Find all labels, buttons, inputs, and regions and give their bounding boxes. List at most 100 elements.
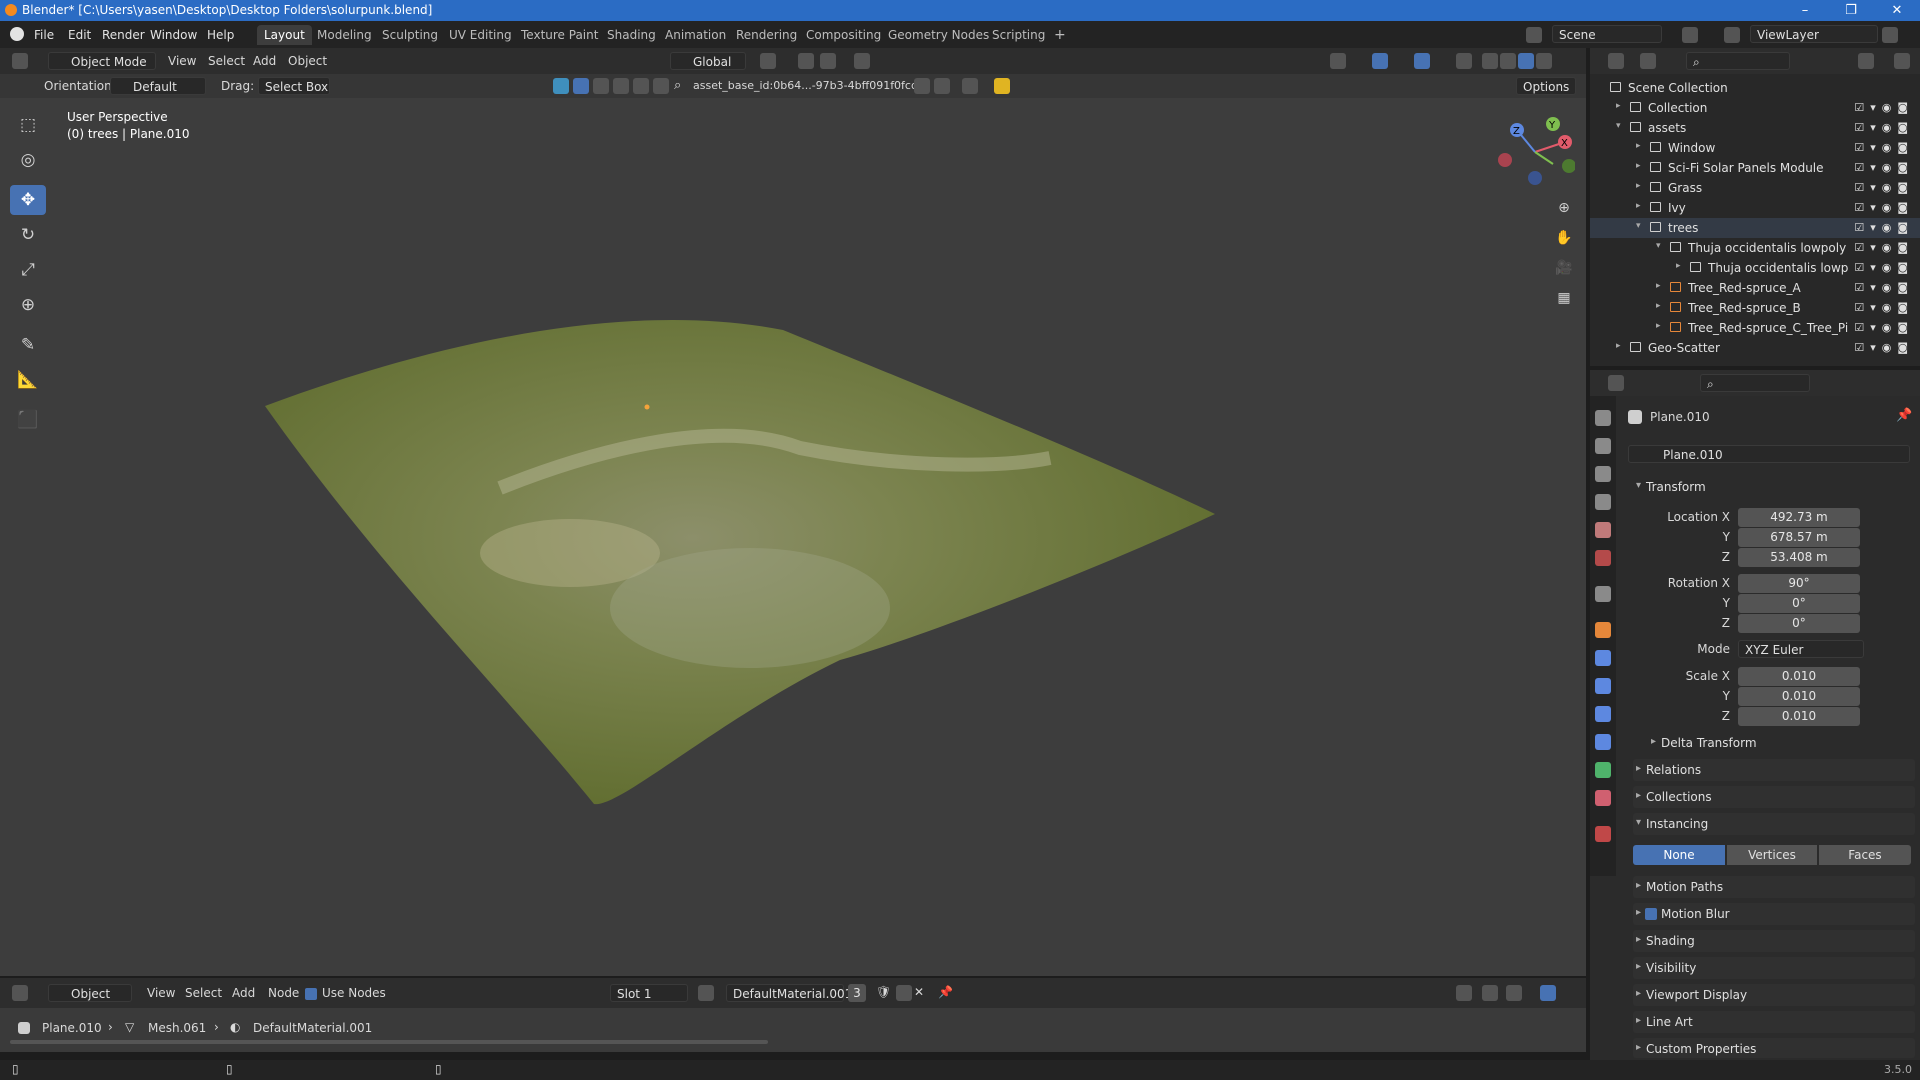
add-cube-tool-icon[interactable]: ⬛ [10,405,46,435]
pivot-icon[interactable] [760,53,776,69]
tab-compositing[interactable]: Compositing [799,25,888,45]
navigation-gizmo[interactable]: X Z Y [1495,112,1575,192]
chevron-right-icon[interactable]: ▸ [1676,261,1681,271]
chevron-right-icon[interactable]: ▸ [1656,321,1661,331]
outliner-row[interactable]: ▸ Window ☑▾◉◙ [1590,138,1920,158]
shader-menu-add[interactable]: Add [232,986,255,1000]
visibility-toggle-icons[interactable]: ☑▾◉◙ [1854,161,1914,174]
blender-menu-icon[interactable] [10,27,24,41]
visibility-toggle-icons[interactable]: ☑▾◉◙ [1854,301,1914,314]
select-subtract-icon[interactable] [613,78,629,94]
chevron-right-icon[interactable]: ▸ [1656,301,1661,311]
tab-scripting[interactable]: Scripting [985,25,1052,45]
transform-orientation-selector[interactable]: Global [670,52,746,70]
transform-panel-header[interactable]: ▾ Transform [1633,476,1915,498]
overlay-toggle-icon[interactable] [1414,53,1430,69]
panel-motion-blur[interactable]: ▸ Motion Blur [1633,903,1915,925]
asset-browser-icon[interactable] [553,78,569,94]
viewport-menu-select[interactable]: Select [208,54,245,68]
rotation-y-field[interactable]: 0° [1738,594,1860,613]
close-button[interactable]: ✕ [1874,0,1920,21]
menu-help[interactable]: Help [207,28,234,42]
visibility-toggle-icons[interactable]: ☑▾◉◙ [1854,201,1914,214]
tab-rendering[interactable]: Rendering [729,25,804,45]
panel-custom-properties[interactable]: ▸ Custom Properties [1633,1038,1915,1058]
rotate-tool-icon[interactable]: ↻ [10,220,46,250]
tab-layout[interactable]: Layout [257,25,312,45]
tool-tab-icon[interactable] [1595,410,1611,426]
select-extend-icon[interactable] [593,78,609,94]
tab-modeling[interactable]: Modeling [310,25,379,45]
outliner-search-input[interactable]: ⌕ [1686,52,1790,70]
visibility-toggle-icons[interactable]: ☑▾◉◙ [1854,221,1914,234]
motion-blur-checkbox[interactable] [1645,908,1657,920]
collection-tab-icon[interactable] [1595,586,1611,602]
shader-snap-icon[interactable] [1482,985,1498,1001]
new-view-layer-icon[interactable] [1882,27,1898,43]
orientation-selector[interactable]: Default [110,77,206,95]
chevron-right-icon[interactable]: ▸ [1636,141,1641,151]
outliner-row[interactable]: ▸ Thuja occidentalis lowp ☑▾◉◙ [1590,258,1920,278]
material-slot-selector[interactable]: Slot 1 [610,984,688,1002]
options-dropdown[interactable]: Options [1516,77,1576,95]
select-intersect-icon[interactable] [653,78,669,94]
chevron-down-icon[interactable]: ▾ [1656,241,1661,251]
chevron-down-icon[interactable]: ▾ [1636,221,1641,231]
new-collection-icon[interactable] [1894,53,1910,69]
modifier-tab-icon[interactable] [1595,650,1611,666]
select-mode-icon[interactable] [573,78,589,94]
notification-bell-icon[interactable] [994,78,1010,94]
world-tab-icon[interactable] [1595,550,1611,566]
pin-icon[interactable]: 📌 [938,985,953,999]
shader-type-selector[interactable]: Object [48,984,132,1002]
outliner-row[interactable]: ▸ Grass ☑▾◉◙ [1590,178,1920,198]
zoom-icon[interactable]: ⊕ [1552,196,1576,220]
viewport-menu-object[interactable]: Object [288,54,327,68]
menu-file[interactable]: File [34,28,54,42]
maximize-button[interactable]: ❐ [1828,0,1874,21]
cursor-tool-icon[interactable]: ◎ [10,145,46,175]
pan-hand-icon[interactable]: ✋ [1552,226,1576,250]
visibility-toggle-icons[interactable]: ☑▾◉◙ [1854,141,1914,154]
move-tool-icon[interactable]: ✥ [10,185,46,215]
unlink-material-icon[interactable]: ✕ [914,985,924,999]
scale-z-field[interactable]: 0.010 [1738,707,1860,726]
scale-y-field[interactable]: 0.010 [1738,687,1860,706]
chevron-right-icon[interactable]: ▸ [1636,161,1641,171]
rotation-x-field[interactable]: 90° [1738,574,1860,593]
transform-tool-icon[interactable]: ⊕ [10,290,46,320]
scale-tool-icon[interactable]: ⤢ [10,255,46,285]
solid-shading-icon[interactable] [1500,53,1516,69]
outliner-row[interactable]: ▸ Collection ☑▾◉◙ [1590,98,1920,118]
view-layer-selector[interactable]: ViewLayer [1750,25,1878,43]
mode-selector[interactable]: Object Mode [48,52,156,70]
fake-user-icon[interactable]: 🛡 [876,985,891,999]
scale-x-field[interactable]: 0.010 [1738,667,1860,686]
texture-tab-icon[interactable] [1595,826,1611,842]
select-box-tool-icon[interactable]: ⬚ [10,110,46,140]
chevron-right-icon[interactable]: ▸ [1616,101,1621,111]
pin-icon[interactable]: 📌 [1896,408,1912,423]
panel-line-art[interactable]: ▸ Line Art [1633,1011,1915,1033]
viewport-menu-add[interactable]: Add [253,54,276,68]
rotation-mode-selector[interactable]: XYZ Euler [1738,640,1864,658]
outliner-row[interactable]: ▸ Tree_Red-spruce_A ☑▾◉◙ [1590,278,1920,298]
scene-selector[interactable]: Scene [1552,25,1662,43]
panel-shading[interactable]: ▸ Shading [1633,930,1915,952]
output-tab-icon[interactable] [1595,466,1611,482]
editor-type-icon[interactable] [12,53,28,69]
shader-menu-view[interactable]: View [147,986,175,1000]
location-x-field[interactable]: 492.73 m [1738,508,1860,527]
view-layer-tab-icon[interactable] [1595,494,1611,510]
breadcrumb-object[interactable]: Plane.010 [42,1021,102,1035]
material-users-count[interactable]: 3 [848,984,866,1002]
properties-editor-icon[interactable] [1608,375,1624,391]
scene-icon[interactable] [1526,27,1542,43]
visibility-toggle-icons[interactable]: ☑▾◉◙ [1854,241,1914,254]
minimize-button[interactable]: – [1782,0,1828,21]
outliner-row[interactable]: ▸ Sci-Fi Solar Panels Module ☑▾◉◙ [1590,158,1920,178]
camera-view-icon[interactable]: 🎥 [1552,256,1576,280]
instancing-vertices-button[interactable]: Vertices [1727,845,1817,865]
visibility-toggle-icons[interactable]: ☑▾◉◙ [1854,321,1914,334]
visibility-toggle-icons[interactable]: ☑▾◉◙ [1854,341,1914,354]
